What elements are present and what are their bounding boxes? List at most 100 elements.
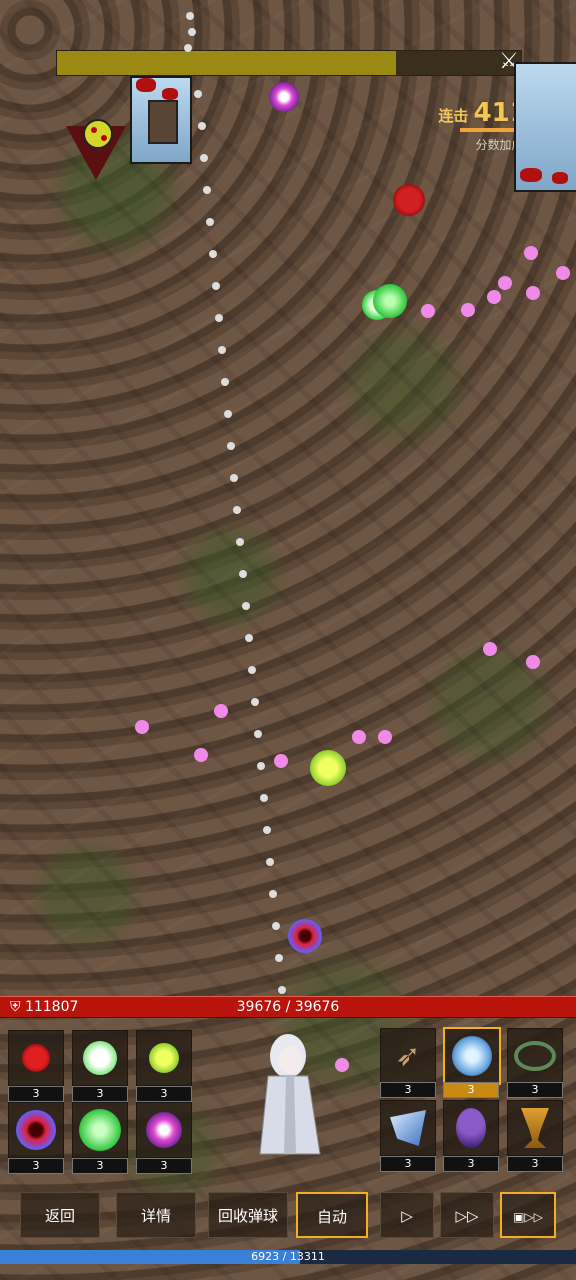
details-button[interactable]: 详情 [116, 1192, 196, 1238]
item-slot-4[interactable] [380, 1100, 436, 1156]
aim-dot [198, 122, 206, 130]
fast-forward-icon: ▷▷ [455, 1207, 479, 1225]
aim-dot [209, 250, 217, 258]
red-blue-ring-ball-icon [16, 1110, 56, 1150]
item-slot-5[interactable] [443, 1100, 499, 1156]
crossbow-icon: ➶ [395, 1038, 421, 1074]
aim-dot [263, 826, 271, 834]
auto-button[interactable]: 自动 [296, 1192, 368, 1238]
video-speed-button[interactable]: ▣▷▷ [500, 1192, 556, 1238]
aim-dot [224, 410, 232, 418]
yellow-spider-enemy [66, 116, 126, 180]
hero-character [258, 1030, 322, 1158]
item-slot-3[interactable] [507, 1028, 563, 1084]
ball-slot-2[interactable] [72, 1030, 128, 1086]
ice-crystal-icon [390, 1110, 426, 1146]
boss-hp-fill [57, 51, 396, 75]
fast-forward-button[interactable]: ▷▷ [440, 1192, 494, 1238]
slot-count: 3 [507, 1082, 563, 1098]
aim-dot [269, 890, 277, 898]
aim-dot [245, 634, 253, 642]
stone-pillar-enemy [514, 62, 576, 192]
purple-imp-icon [456, 1108, 486, 1148]
aim-dot [227, 442, 235, 450]
aim-dot [251, 698, 259, 706]
aim-dot [242, 602, 250, 610]
stone-pillar-enemy [130, 76, 192, 164]
aim-dot [257, 762, 265, 770]
yellow-green-spore-ball [310, 750, 346, 786]
ball-slot-6[interactable] [136, 1102, 192, 1158]
aim-dot [221, 378, 229, 386]
video-skip-icon: ▣▷▷ [513, 1210, 543, 1224]
exp-text: 6923 / 13311 [251, 1250, 325, 1263]
red-blue-ring-ball [288, 919, 322, 953]
aim-dot [194, 90, 202, 98]
pink-trail-dot [556, 266, 570, 280]
green-glow-ball [373, 284, 407, 318]
pink-trail-dot [498, 276, 512, 290]
play-speed-button[interactable]: ▷ [380, 1192, 434, 1238]
pink-trail-dot [378, 730, 392, 744]
golden-goblet-icon [521, 1108, 549, 1148]
thorn-ring-icon [514, 1041, 556, 1071]
aim-dot [272, 922, 280, 930]
slot-count: 3 [136, 1086, 192, 1102]
yellow-green-spore-ball-icon [149, 1043, 179, 1073]
aim-dot [218, 346, 226, 354]
item-slot-6[interactable] [507, 1100, 563, 1156]
aim-dot [260, 794, 268, 802]
aim-dot [188, 28, 196, 36]
slot-count: 3 [380, 1082, 436, 1098]
slot-count: 3 [72, 1158, 128, 1174]
pink-trail-dot [274, 754, 288, 768]
slot-count: 3 [8, 1158, 64, 1174]
slot-count: 3 [136, 1158, 192, 1174]
slot-count: 3 [443, 1156, 499, 1172]
red-spore-ball-icon [22, 1044, 50, 1072]
pink-trail-dot [135, 720, 149, 734]
aim-dot [236, 538, 244, 546]
pink-trail-dot [526, 286, 540, 300]
pink-trail-dot [352, 730, 366, 744]
red-spore-ball [393, 184, 425, 216]
white-green-glow-ball-icon [83, 1041, 117, 1075]
pink-trail-dot [483, 642, 497, 656]
aim-dot [215, 314, 223, 322]
item-slot-2[interactable] [443, 1027, 501, 1085]
slot-count: 3 [8, 1086, 64, 1102]
pink-trail-dot [214, 704, 228, 718]
recall-balls-button[interactable]: 回收弹球 [208, 1192, 288, 1238]
aim-dot [184, 44, 192, 52]
aim-dot [230, 474, 238, 482]
aim-dot [186, 12, 194, 20]
pink-trail-dot [194, 748, 208, 762]
aim-dot [275, 954, 283, 962]
aim-dot [266, 858, 274, 866]
pink-trail-dot [524, 246, 538, 260]
aim-dot [206, 218, 214, 226]
ball-slot-4[interactable] [8, 1102, 64, 1158]
slot-count: 3 [507, 1156, 563, 1172]
play-icon: ▷ [401, 1207, 413, 1225]
pink-trail-dot [526, 655, 540, 669]
item-slot-1[interactable]: ➶ [380, 1028, 436, 1084]
green-glow-ball-icon [79, 1109, 121, 1151]
player-hp-bar: ⛨ 111807 39676 / 39676 [0, 996, 576, 1018]
pink-trail-dot [461, 303, 475, 317]
boss-hp-bar [56, 50, 522, 76]
pink-trail-dot [335, 1058, 349, 1072]
blue-spiked-orb-icon [452, 1036, 492, 1076]
slot-count: 3 [380, 1156, 436, 1172]
ball-slot-1[interactable] [8, 1030, 64, 1086]
hp-text: 39676 / 39676 [236, 999, 340, 1015]
pink-purple-orb [269, 82, 299, 112]
back-button[interactable]: 返回 [20, 1192, 100, 1238]
ball-slot-3[interactable] [136, 1030, 192, 1086]
pink-trail-dot [421, 304, 435, 318]
aim-dot [278, 986, 286, 994]
aim-dot [254, 730, 262, 738]
aim-dot [233, 506, 241, 514]
aim-dot [212, 282, 220, 290]
ball-slot-5[interactable] [72, 1102, 128, 1158]
